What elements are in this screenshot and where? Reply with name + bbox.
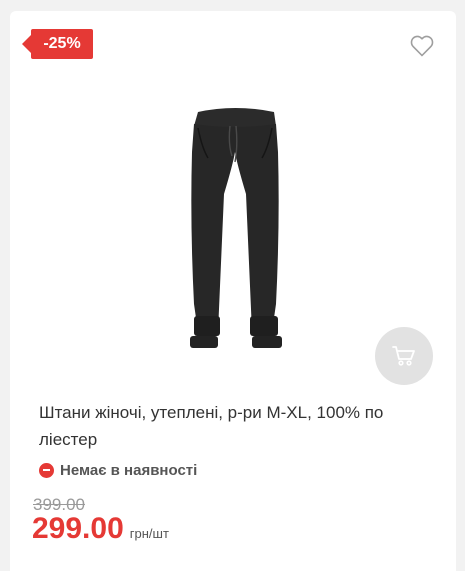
- price-row: 299.00 грн/шт: [32, 512, 169, 546]
- discount-badge: -25%: [22, 29, 93, 59]
- minus-circle-icon: [39, 462, 54, 478]
- cart-icon: [392, 346, 415, 366]
- add-to-cart-button[interactable]: [375, 327, 433, 385]
- current-price: 299.00: [32, 512, 124, 545]
- product-image[interactable]: [180, 104, 290, 352]
- price-unit: грн/шт: [129, 526, 169, 541]
- product-title[interactable]: Штани жіночі, утеплені, р-ри M-XL, 100% …: [39, 399, 434, 453]
- availability-text: Немає в наявності: [60, 461, 198, 479]
- availability-status: Немає в наявності: [39, 460, 197, 480]
- heart-icon[interactable]: [410, 35, 434, 57]
